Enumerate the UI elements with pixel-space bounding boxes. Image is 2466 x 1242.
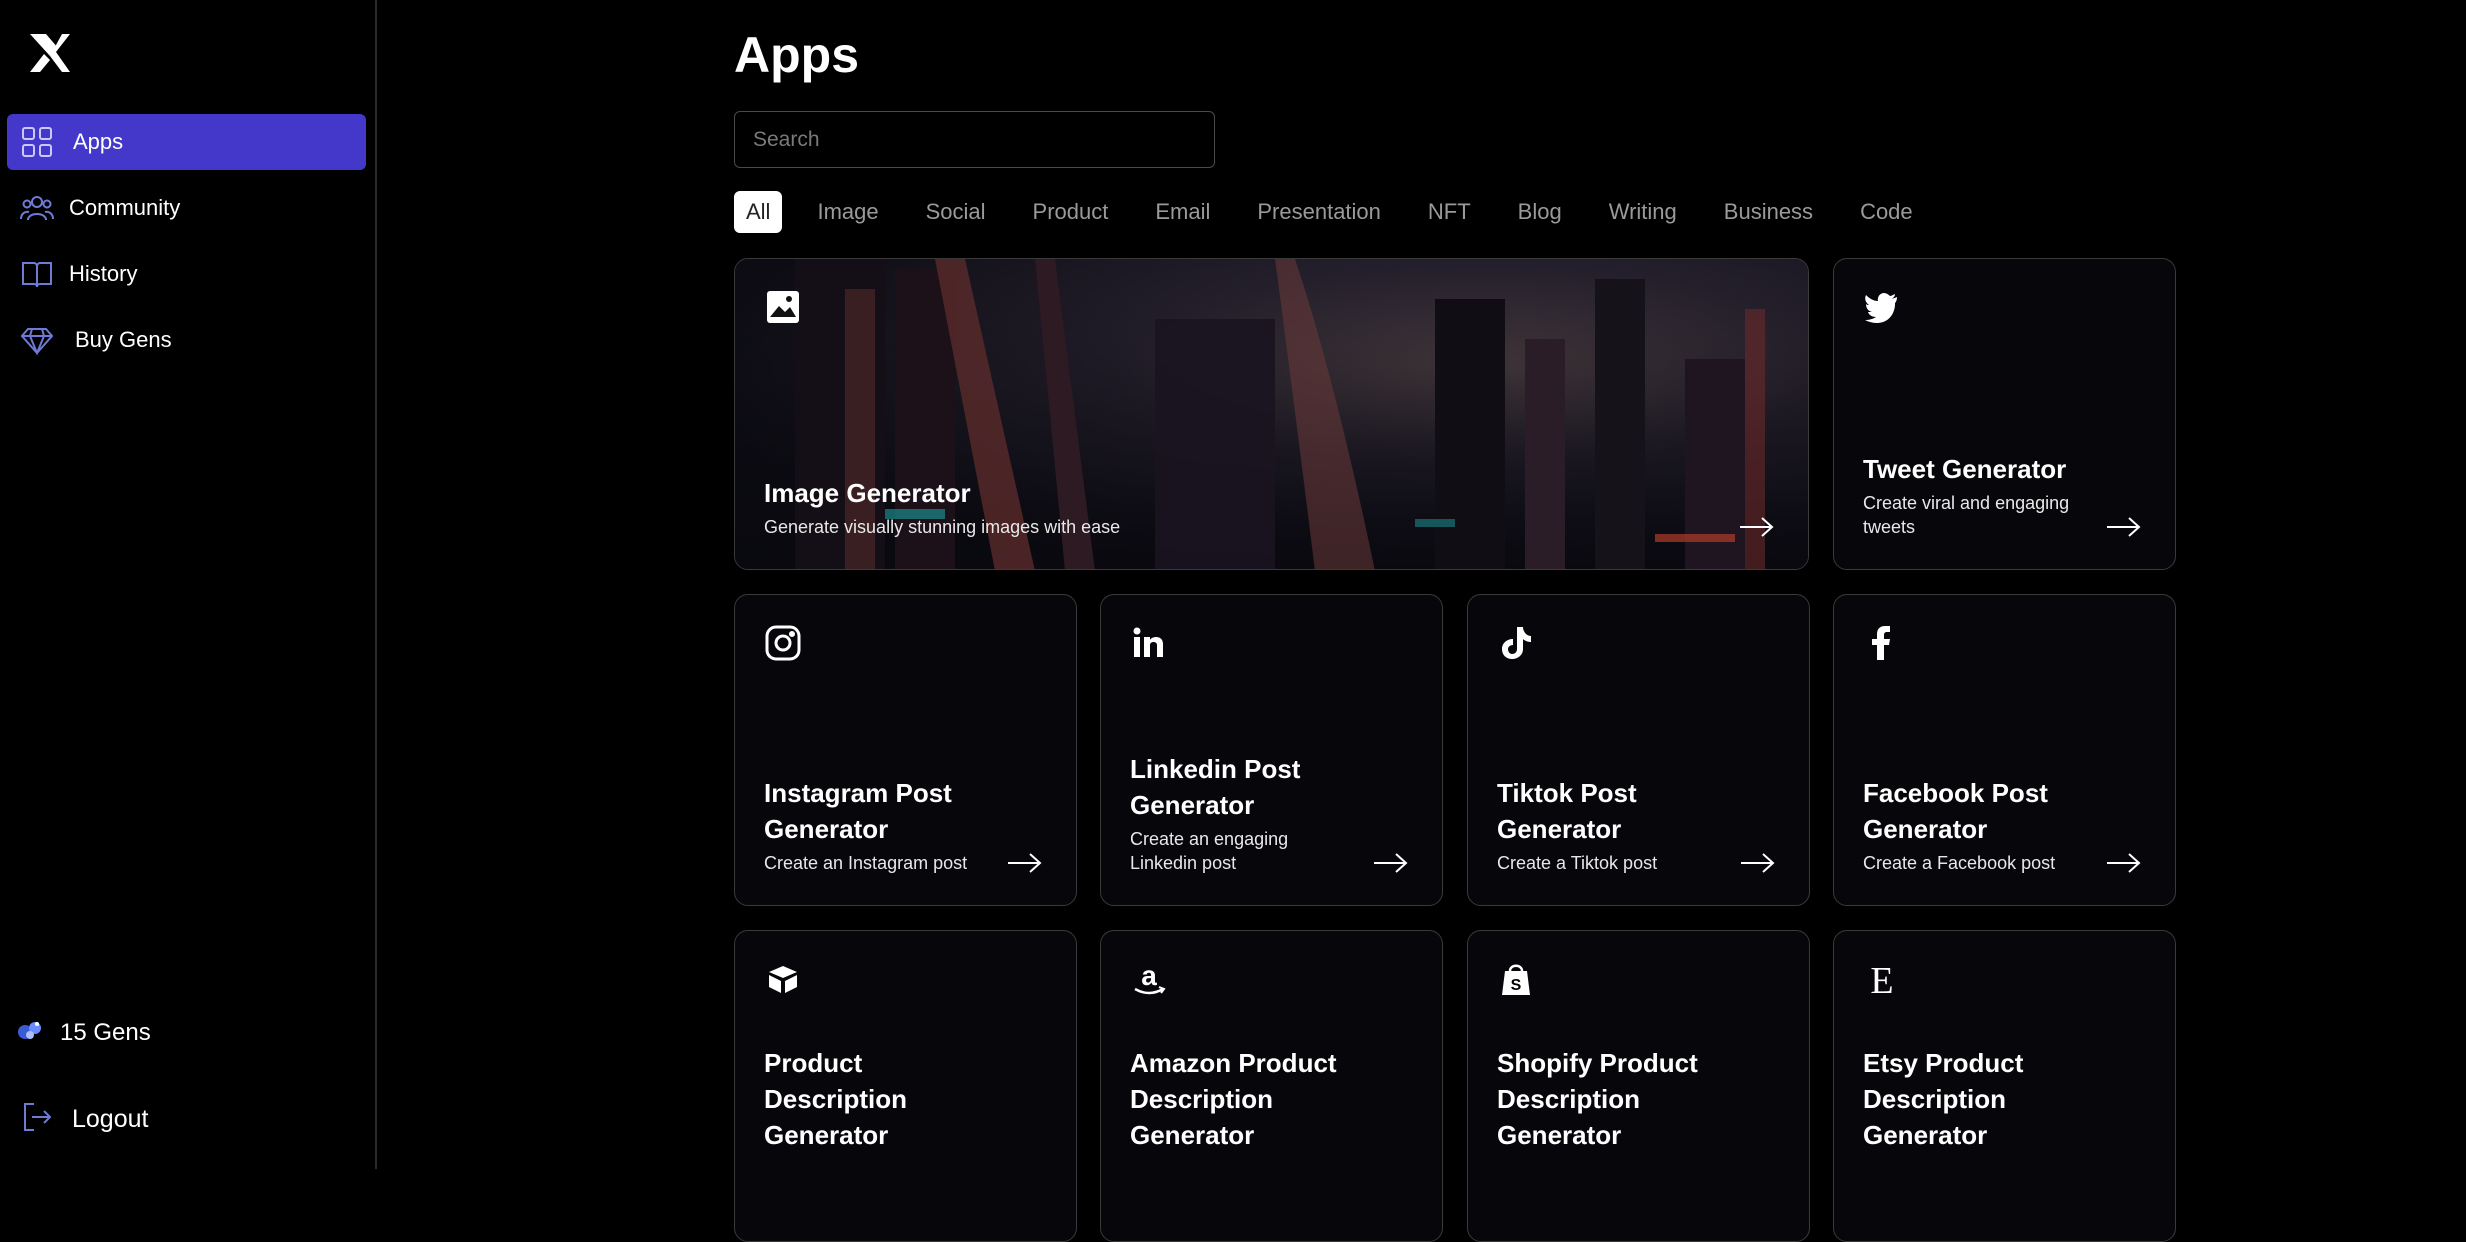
- facebook-icon: [1863, 624, 1901, 662]
- arrow-right-icon: [1738, 515, 1776, 539]
- shopify-icon: S: [1497, 960, 1535, 998]
- card-title: Tweet Generator: [1863, 454, 2067, 484]
- image-icon: [764, 288, 802, 326]
- card-title: Tiktok Post Generator: [1497, 778, 1637, 844]
- tiktok-icon: [1497, 624, 1535, 662]
- card-text: Instagram Post Generator Create an Insta…: [764, 775, 986, 875]
- card-linkedin-post-generator[interactable]: Linkedin Post Generator Create an engagi…: [1100, 594, 1443, 906]
- card-title: Product Description Generator: [764, 1048, 908, 1150]
- card-title: Amazon Product Description Generator: [1130, 1048, 1337, 1150]
- etsy-icon: E: [1863, 960, 1901, 1002]
- card-title: Instagram Post Generator: [764, 778, 952, 844]
- card-instagram-post-generator[interactable]: Instagram Post Generator Create an Insta…: [734, 594, 1077, 906]
- card-text: Linkedin Post Generator Create an engagi…: [1130, 751, 1352, 875]
- card-text: Tiktok Post Generator Create a Tiktok po…: [1497, 775, 1719, 875]
- gens-balance: 15 Gens: [16, 1018, 151, 1047]
- svg-text:E: E: [1870, 960, 1893, 998]
- card-title: Image Generator: [764, 478, 971, 508]
- arrow-right-icon: [1006, 851, 1044, 875]
- card-description: Create an engaging Linkedin post: [1130, 829, 1289, 873]
- sidebar-item-community[interactable]: Community: [7, 180, 366, 236]
- sidebar: Apps Community History Buy Gens 15 Gens …: [0, 0, 377, 1169]
- linkedin-icon: [1130, 624, 1168, 662]
- card-text: Facebook Post Generator Create a Faceboo…: [1863, 775, 2085, 875]
- users-icon: [19, 190, 55, 226]
- book-icon: [19, 256, 55, 292]
- diamond-icon: [19, 322, 55, 358]
- card-title: Etsy Product Description Generator: [1863, 1048, 2024, 1150]
- sidebar-item-label: Buy Gens: [75, 327, 172, 352]
- logout-button[interactable]: Logout: [20, 1100, 148, 1139]
- instagram-icon: [764, 624, 802, 662]
- logo-icon[interactable]: [26, 30, 72, 76]
- card-description: Create viral and engaging tweets: [1863, 493, 2070, 537]
- gem-icon: [16, 1018, 44, 1047]
- card-text: Amazon Product Description Generator: [1130, 1045, 1352, 1153]
- svg-text:a: a: [1141, 960, 1157, 991]
- twitter-icon: [1863, 288, 1901, 326]
- tab-image[interactable]: Image: [805, 191, 890, 233]
- tab-code[interactable]: Code: [1848, 191, 1925, 233]
- page-title: Apps: [734, 27, 859, 83]
- arrow-right-icon: [1739, 851, 1777, 875]
- sidebar-item-label: History: [69, 261, 138, 286]
- sidebar-item-buy-gens[interactable]: Buy Gens: [7, 312, 366, 368]
- logout-icon: [20, 1100, 54, 1139]
- card-text: Product Description Generator: [764, 1045, 986, 1153]
- arrow-right-icon: [2105, 515, 2143, 539]
- box-icon: [764, 960, 802, 998]
- card-description: Generate visually stunning images with e…: [764, 517, 1121, 537]
- card-text: Image Generator Generate visually stunni…: [764, 475, 1718, 539]
- gens-count: 15 Gens: [60, 1018, 151, 1046]
- category-tabs: All Image Social Product Email Presentat…: [734, 191, 1948, 233]
- card-amazon-product-description-generator[interactable]: a Amazon Product Description Generator: [1100, 930, 1443, 1242]
- tab-all[interactable]: All: [734, 191, 783, 233]
- tab-presentation[interactable]: Presentation: [1245, 191, 1393, 233]
- card-text: Shopify Product Description Generator: [1497, 1045, 1719, 1153]
- card-title: Shopify Product Description Generator: [1497, 1048, 1698, 1150]
- tab-social[interactable]: Social: [914, 191, 998, 233]
- tab-email[interactable]: Email: [1143, 191, 1222, 233]
- tab-nft[interactable]: NFT: [1416, 191, 1483, 233]
- amazon-icon: a: [1130, 960, 1168, 998]
- card-text: Tweet Generator Create viral and engagin…: [1863, 451, 2085, 539]
- tab-product[interactable]: Product: [1021, 191, 1121, 233]
- card-etsy-product-description-generator[interactable]: E Etsy Product Description Generator: [1833, 930, 2176, 1242]
- card-description: Create a Tiktok post: [1497, 853, 1658, 873]
- card-title: Linkedin Post Generator: [1130, 754, 1301, 820]
- card-title: Facebook Post Generator: [1863, 778, 2048, 844]
- tab-business[interactable]: Business: [1712, 191, 1825, 233]
- card-shopify-product-description-generator[interactable]: S Shopify Product Description Generator: [1467, 930, 1810, 1242]
- logout-label: Logout: [72, 1105, 149, 1133]
- card-tweet-generator[interactable]: Tweet Generator Create viral and engagin…: [1833, 258, 2176, 570]
- card-description: Create a Facebook post: [1863, 853, 2056, 873]
- grid-icon: [19, 124, 55, 160]
- card-tiktok-post-generator[interactable]: Tiktok Post Generator Create a Tiktok po…: [1467, 594, 1810, 906]
- card-description: Create an Instagram post: [764, 853, 968, 873]
- sidebar-item-apps[interactable]: Apps: [7, 114, 366, 170]
- search-input[interactable]: [734, 111, 1215, 168]
- card-image-generator[interactable]: Image Generator Generate visually stunni…: [734, 258, 1809, 570]
- card-text: Etsy Product Description Generator: [1863, 1045, 2085, 1153]
- tab-blog[interactable]: Blog: [1506, 191, 1574, 233]
- arrow-right-icon: [1372, 851, 1410, 875]
- sidebar-item-label: Apps: [73, 129, 124, 154]
- card-facebook-post-generator[interactable]: Facebook Post Generator Create a Faceboo…: [1833, 594, 2176, 906]
- card-product-description-generator[interactable]: Product Description Generator: [734, 930, 1077, 1242]
- tab-writing[interactable]: Writing: [1597, 191, 1689, 233]
- svg-text:S: S: [1511, 977, 1522, 994]
- sidebar-item-label: Community: [69, 195, 181, 220]
- arrow-right-icon: [2105, 851, 2143, 875]
- sidebar-item-history[interactable]: History: [7, 246, 366, 302]
